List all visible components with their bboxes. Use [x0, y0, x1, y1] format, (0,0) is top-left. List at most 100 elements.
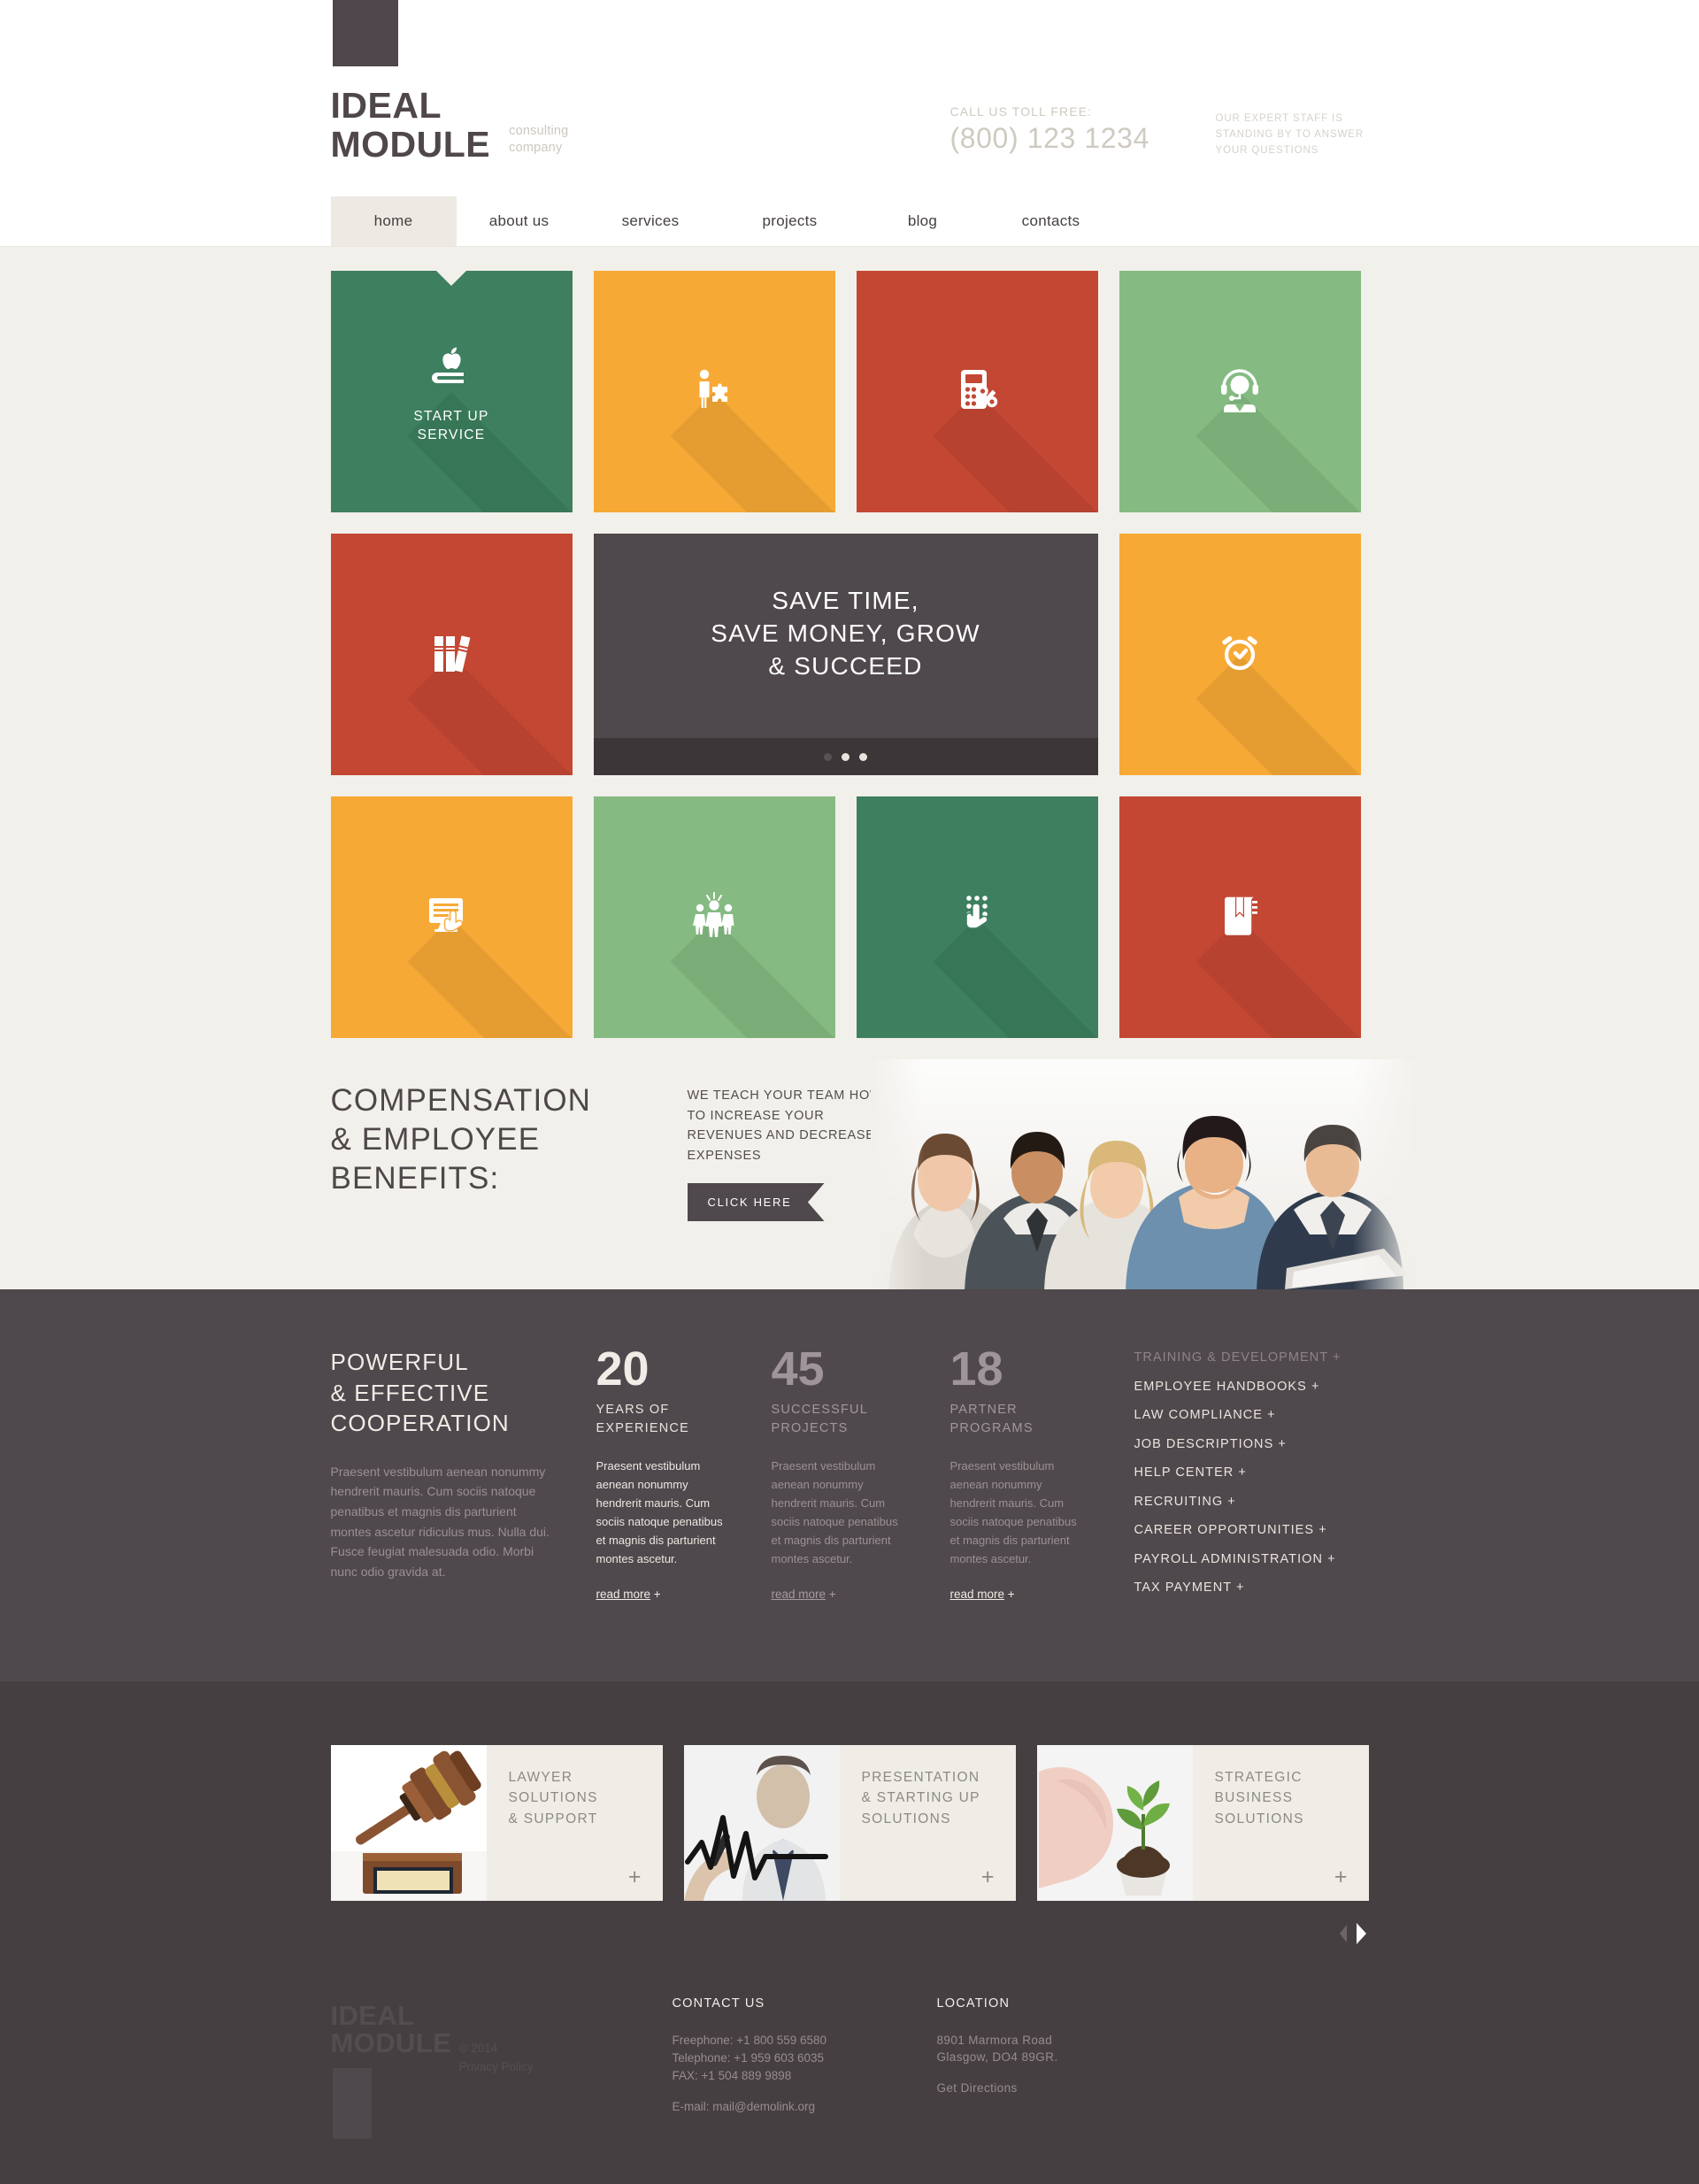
footer-fax: FAX: +1 504 889 9898 — [672, 2069, 792, 2082]
click-here-wrapper: CLICK HERE — [687, 1183, 825, 1221]
card-expand-plus-icon[interactable]: + — [1334, 1865, 1348, 1888]
slider-dot-2[interactable] — [842, 752, 850, 761]
nav-item-services[interactable]: services — [582, 196, 719, 246]
card-title-line2: & STARTING UP — [861, 1790, 980, 1806]
footer-freephone: Freephone: +1 800 559 6580 — [672, 2033, 827, 2047]
footer-email[interactable]: E-mail: mail@demolink.org — [673, 2098, 827, 2116]
alarm-clock-icon — [1213, 626, 1266, 683]
nav-item-home[interactable]: home — [330, 196, 457, 246]
tile-monitor-hand[interactable] — [330, 796, 573, 1038]
phone-number[interactable]: (800) 123 1234 — [950, 124, 1149, 152]
expert-line-2: STANDING BY TO ANSWER — [1215, 129, 1365, 141]
site-footer: IDEAL MODULE © 2014 Privacy Policy CONTA… — [0, 1967, 1699, 2184]
footer-copyright: © 2014 — [458, 2041, 498, 2055]
person-puzzle-icon — [688, 363, 741, 420]
footer-privacy-policy-link[interactable]: Privacy Policy — [459, 2057, 534, 2077]
stat-number-45: 45 — [771, 1342, 825, 1396]
cooperation-heading: POWERFUL & EFFECTIVE COOPERATION — [331, 1347, 552, 1439]
hero-slider[interactable]: SAVE TIME, SAVE MONEY, GROW & SUCCEED — [593, 534, 1098, 775]
tile-calculator-percent[interactable] — [856, 271, 1098, 512]
expert-line-1: OUR EXPERT STAFF IS — [1215, 113, 1343, 124]
card-title-line3: SOLUTIONS — [1214, 1811, 1304, 1827]
logo[interactable]: IDEAL MODULE consulting company — [331, 0, 569, 163]
call-us-label: CALL US TOLL FREE: — [949, 104, 1093, 119]
service-link-career-opportunities[interactable]: CAREER OPPORTUNITIES + — [1134, 1524, 1342, 1537]
hand-seedling-photo — [1036, 1744, 1193, 1901]
stat-block-projects: 45 SUCCESSFUL PROJECTS Praesent vestibul… — [729, 1342, 906, 1611]
card-expand-plus-icon[interactable]: + — [628, 1865, 642, 1888]
service-link-help-center[interactable]: HELP CENTER + — [1134, 1466, 1342, 1480]
service-link-training-development[interactable]: TRAINING & DEVELOPMENT + — [1134, 1351, 1342, 1365]
nav-item-blog[interactable]: blog — [861, 196, 985, 246]
tagline-line1: consulting — [509, 124, 569, 139]
hand-keypad-icon — [951, 889, 1003, 945]
stat-label-line1: YEARS OF — [596, 1403, 670, 1418]
tile-headset-support[interactable] — [1119, 271, 1361, 512]
stat-label-line2: EXPERIENCE — [596, 1420, 689, 1435]
carousel-prev-icon[interactable] — [1338, 1924, 1348, 1947]
stat-label-partners: PARTNER PROGRAMS — [950, 1401, 1083, 1437]
nav-item-about-us[interactable]: about us — [457, 196, 582, 246]
gavel-photo — [330, 1744, 487, 1901]
nav-item-projects[interactable]: projects — [719, 196, 861, 246]
service-link-recruiting[interactable]: RECRUITING + — [1134, 1495, 1342, 1509]
card-title-line3: SOLUTIONS — [861, 1811, 951, 1827]
slider-line-2: SAVE MONEY, GROW — [711, 619, 980, 647]
footer-logo[interactable]: IDEAL MODULE — [330, 2001, 452, 2139]
service-link-payroll-administration[interactable]: PAYROLL ADMINISTRATION + — [1134, 1552, 1342, 1566]
cooperation-stats-section: POWERFUL & EFFECTIVE COOPERATION Praesen… — [0, 1289, 1699, 1681]
solutions-carousel-section: LAWYER SOLUTIONS & SUPPORT + PRESENTATIO… — [0, 1680, 1699, 1968]
service-link-job-descriptions[interactable]: JOB DESCRIPTIONS + — [1134, 1437, 1342, 1451]
tile-start-up-service[interactable]: START UP SERVICE — [330, 271, 573, 512]
tile-book-bookmark[interactable] — [1119, 796, 1361, 1038]
cooperation-paragraph: Praesent vestibulum aenean nonummy hendr… — [330, 1464, 550, 1580]
read-more-projects[interactable]: read more + — [772, 1588, 906, 1601]
service-link-law-compliance[interactable]: LAW COMPLIANCE + — [1134, 1409, 1342, 1422]
footer-spacer — [937, 2066, 1058, 2080]
cooperation-heading-line3: COOPERATION — [330, 1410, 510, 1437]
read-more-years[interactable]: read more + — [596, 1588, 729, 1601]
tile-team-idea[interactable] — [593, 796, 835, 1038]
footer-address: 8901 Marmora Road Glasgow, DO4 89GR. Get… — [937, 2032, 1058, 2098]
cooperation-heading-line2: & EFFECTIVE — [330, 1379, 490, 1406]
slider-dot-1[interactable] — [824, 752, 832, 761]
compensation-title-line3: BENEFITS: — [330, 1161, 500, 1196]
service-link-tax-payment[interactable]: TAX PAYMENT + — [1134, 1581, 1342, 1595]
tile-grid: START UP SERVICE SAVE TIME, SAVE MONEY, … — [330, 271, 1369, 1038]
footer-logo-line2: MODULE — [330, 2027, 452, 2059]
card-lawyer-solutions[interactable]: LAWYER SOLUTIONS & SUPPORT + — [330, 1744, 663, 1901]
stat-body-partners: Praesent vestibulum aenean nonummy hendr… — [949, 1458, 1077, 1566]
stat-label-line2: PROJECTS — [771, 1420, 849, 1435]
read-more-partners[interactable]: read more + — [950, 1588, 1083, 1601]
card-strategic-business[interactable]: STRATEGIC BUSINESS SOLUTIONS + — [1036, 1744, 1369, 1901]
call-us-block: CALL US TOLL FREE: (800) 123 1234 — [950, 104, 1149, 152]
nav-item-contacts[interactable]: contacts — [985, 196, 1118, 246]
plus-icon: + — [653, 1588, 661, 1602]
stat-block-years: 20 YEARS OF EXPERIENCE Praesent vestibul… — [552, 1345, 729, 1611]
stat-label-line1: PARTNER — [949, 1403, 1018, 1418]
slider-dot-3[interactable] — [859, 752, 867, 761]
tile-books[interactable] — [330, 534, 573, 775]
monitor-hand-icon — [424, 890, 479, 944]
tile-hand-keypad[interactable] — [856, 796, 1098, 1038]
tile-person-puzzle[interactable] — [593, 271, 835, 512]
stat-body-projects: Praesent vestibulum aenean nonummy hendr… — [771, 1458, 898, 1566]
tile-alarm-clock[interactable] — [1119, 534, 1361, 775]
stat-block-partners: 18 PARTNER PROGRAMS Praesent vestibulum … — [906, 1345, 1083, 1611]
compensation-section: COMPENSATION & EMPLOYEE BENEFITS: WE TEA… — [0, 1059, 1699, 1289]
footer-get-directions-link[interactable]: Get Directions — [937, 2080, 1058, 2097]
compensation-title-line2: & EMPLOYEE — [330, 1122, 541, 1157]
main-navigation: home about us services projects blog con… — [330, 196, 1369, 246]
card-title-strategic: STRATEGIC BUSINESS SOLUTIONS — [1215, 1767, 1369, 1831]
service-link-employee-handbooks[interactable]: EMPLOYEE HANDBOOKS + — [1134, 1380, 1342, 1394]
tile-caption-line1: START UP — [413, 408, 489, 424]
card-expand-plus-icon[interactable]: + — [981, 1865, 995, 1888]
carousel-next-icon[interactable] — [1356, 1922, 1367, 1949]
stat-label-line2: PROGRAMS — [949, 1420, 1034, 1435]
apple-book-icon — [425, 339, 478, 396]
team-idea-icon — [687, 888, 742, 946]
compensation-title: COMPENSATION & EMPLOYEE BENEFITS: — [331, 1081, 592, 1198]
click-here-button[interactable]: CLICK HERE — [687, 1183, 825, 1221]
services-link-list: TRAINING & DEVELOPMENT + EMPLOYEE HANDBO… — [1083, 1347, 1342, 1611]
card-presentation-solutions[interactable]: PRESENTATION & STARTING UP SOLUTIONS + — [683, 1744, 1016, 1901]
